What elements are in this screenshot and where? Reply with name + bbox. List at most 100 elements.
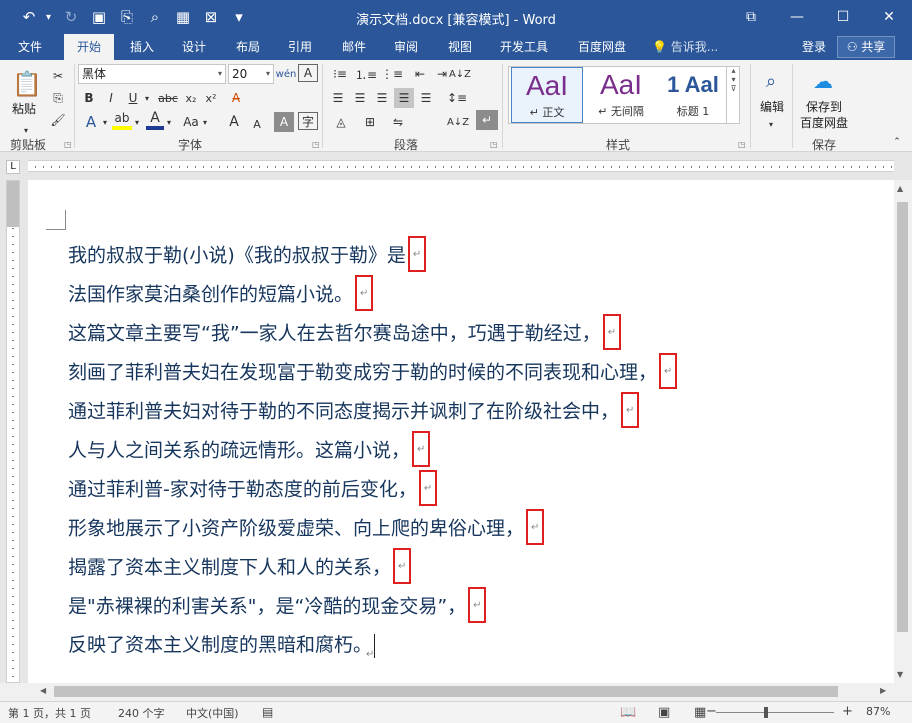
vertical-ruler[interactable] [6, 180, 20, 683]
clear-formatting-icon[interactable]: A̶ [226, 88, 246, 108]
strikethrough-button[interactable]: abc [156, 88, 180, 108]
read-mode-icon[interactable]: 📖 [620, 705, 636, 720]
minimize-icon[interactable]: — [774, 0, 820, 34]
style-heading-1[interactable]: 1 Aal 标题 1 [657, 67, 729, 123]
font-size-dropdown-icon[interactable]: ▾ [266, 65, 270, 83]
doc-line[interactable]: 人与人之间关系的疏远情形。这篇小说， [68, 431, 431, 467]
horizontal-scroll-thumb[interactable] [54, 686, 838, 697]
tab-baidu-netdisk[interactable]: 百度网盘 [570, 34, 634, 60]
word-count[interactable]: 240 个字 [118, 705, 165, 721]
style-no-spacing[interactable]: AaI ↵ 无间隔 [585, 67, 657, 123]
macro-record-icon[interactable]: ▤ [262, 705, 273, 719]
paragraph-launcher-icon[interactable]: ◳ [490, 140, 498, 149]
scroll-left-icon[interactable]: ◀ [40, 686, 46, 695]
italic-button[interactable]: I [102, 88, 120, 108]
doc-line[interactable]: 法国作家莫泊桑创作的短篇小说。 [68, 275, 374, 311]
change-case-button[interactable]: Aa [180, 112, 202, 132]
doc-line[interactable]: 形象地展示了小资产阶级爱虚荣、向上爬的卑俗心理， [68, 509, 545, 545]
doc-line[interactable]: 反映了资本主义制度的黑暗和腐朽。 [68, 632, 376, 668]
font-color-icon[interactable]: A [146, 110, 164, 130]
sign-in-link[interactable]: 登录 [802, 34, 826, 60]
highlight-dropdown-icon[interactable]: ▾ [132, 112, 142, 132]
font-color-dropdown-icon[interactable]: ▾ [164, 112, 174, 132]
baidu-cloud-icon[interactable]: ☁ [808, 66, 838, 96]
close-icon[interactable]: ✕ [866, 0, 912, 34]
bold-button[interactable]: B [80, 88, 98, 108]
doc-line[interactable]: 揭露了资本主义制度下人和人的关系， [68, 548, 412, 584]
tell-me-box[interactable]: 💡 告诉我... [652, 34, 718, 60]
select-icon[interactable]: ▦ [172, 6, 194, 28]
underline-button[interactable]: U [124, 88, 142, 108]
style-normal[interactable]: AaI ↵ 正文 [511, 67, 583, 123]
clipboard-launcher-icon[interactable]: ◳ [64, 140, 72, 149]
doc-line[interactable]: 刻画了菲利普夫妇在发现富于勒变成穷于勒的时候的不同表现和心理， [68, 353, 678, 389]
horizontal-scrollbar[interactable]: ◀ ▶ [0, 683, 912, 701]
align-left-icon[interactable]: ☰ [328, 88, 348, 108]
vertical-scroll-thumb[interactable] [897, 202, 908, 632]
undo-icon[interactable]: ↶ [18, 6, 40, 28]
underline-dropdown-icon[interactable]: ▾ [142, 88, 152, 108]
collapse-ribbon-icon[interactable]: ⌃ [890, 132, 904, 152]
char-shading-icon[interactable]: A [274, 112, 294, 132]
tab-review[interactable]: 审阅 [384, 34, 428, 60]
show-marks-icon[interactable]: ↵ [476, 110, 498, 130]
vertical-scrollbar[interactable]: ▲ ▼ [894, 180, 912, 683]
chinese-layout-icon[interactable]: ⇋ [386, 112, 410, 132]
tab-layout[interactable]: 布局 [226, 34, 270, 60]
print-preview-icon[interactable]: ⌕ [144, 6, 166, 28]
scroll-up-icon[interactable]: ▲ [897, 184, 903, 193]
enclose-char-icon[interactable]: 字 [298, 112, 318, 130]
tab-file[interactable]: 文件 [6, 34, 54, 60]
horizontal-ruler[interactable] [28, 160, 894, 172]
touch-mode-icon[interactable]: ⎘ [116, 6, 138, 28]
save-icon[interactable]: ▣ [88, 6, 110, 28]
zoom-level[interactable]: 87% [866, 705, 890, 718]
distributed-icon[interactable]: ☰ [416, 88, 436, 108]
save-baidu-line2[interactable]: 百度网盘 [800, 114, 848, 131]
undo-dropdown-icon[interactable]: ▾ [46, 12, 54, 23]
scroll-down-icon[interactable]: ▼ [897, 670, 903, 679]
subscript-button[interactable]: x₂ [182, 88, 200, 108]
change-case-dropdown-icon[interactable]: ▾ [200, 112, 210, 132]
web-layout-icon[interactable]: ▦ [694, 705, 706, 720]
document-page[interactable]: 我的叔叔于勒(小说)《我的叔叔于勒》是 法国作家莫泊桑创作的短篇小说。 这篇文章… [28, 180, 894, 683]
draw-table-icon[interactable]: ⊠ [200, 6, 222, 28]
sort-icon[interactable]: A↓Z [448, 64, 472, 84]
line-spacing-icon[interactable]: ↕≡ [444, 88, 470, 108]
doc-line[interactable]: 是"赤裸裸的利害关系"，是“冷酷的现金交易”， [68, 587, 487, 623]
tab-developer[interactable]: 开发工具 [494, 34, 554, 60]
find-icon[interactable]: ⌕ [756, 66, 786, 96]
bullets-icon[interactable]: ⁝≡ [328, 64, 352, 84]
doc-line[interactable]: 通过菲利普夫妇对待于勒的不同态度揭示并讽刺了在阶级社会中， [68, 392, 640, 428]
grow-font-button[interactable]: A [224, 112, 244, 132]
tab-design[interactable]: 设计 [172, 34, 216, 60]
font-size-box[interactable]: 20 ▾ [228, 64, 274, 84]
text-effects-dropdown-icon[interactable]: ▾ [100, 112, 110, 132]
print-layout-icon[interactable]: ▣ [658, 705, 670, 720]
zoom-slider-thumb[interactable] [764, 707, 769, 718]
tab-references[interactable]: 引用 [278, 34, 322, 60]
page-count[interactable]: 第 1 页，共 1 页 [8, 705, 91, 721]
language-indicator[interactable]: 中文(中国) [186, 705, 239, 721]
tab-home[interactable]: 开始 [64, 34, 114, 60]
save-baidu-line1[interactable]: 保存到 [806, 98, 842, 115]
superscript-button[interactable]: x² [202, 88, 220, 108]
customize-qat-icon[interactable]: ▾ [228, 6, 250, 28]
shading-icon[interactable]: ◬ [330, 112, 352, 132]
multilevel-list-icon[interactable]: ⋮≡ [380, 64, 404, 84]
redo-icon[interactable]: ↻ [60, 6, 82, 28]
font-name-dropdown-icon[interactable]: ▾ [218, 65, 222, 83]
font-launcher-icon[interactable]: ◳ [312, 140, 320, 149]
format-painter-icon[interactable]: 🖌 [48, 110, 68, 130]
tab-view[interactable]: 视图 [438, 34, 482, 60]
scroll-right-icon[interactable]: ▶ [880, 686, 886, 695]
zoom-in-icon[interactable]: + [842, 704, 853, 719]
font-name-box[interactable]: 黑体 ▾ [78, 64, 226, 84]
zoom-slider[interactable] [716, 712, 834, 713]
editing-label[interactable]: 编辑 [760, 98, 784, 115]
borders-icon[interactable]: ⊞ [358, 112, 382, 132]
maximize-icon[interactable]: ☐ [820, 0, 866, 34]
highlight-icon[interactable]: ab [112, 110, 132, 130]
tab-selector-icon[interactable]: L [6, 160, 20, 174]
sort2-icon[interactable]: A↓Z [447, 112, 469, 132]
